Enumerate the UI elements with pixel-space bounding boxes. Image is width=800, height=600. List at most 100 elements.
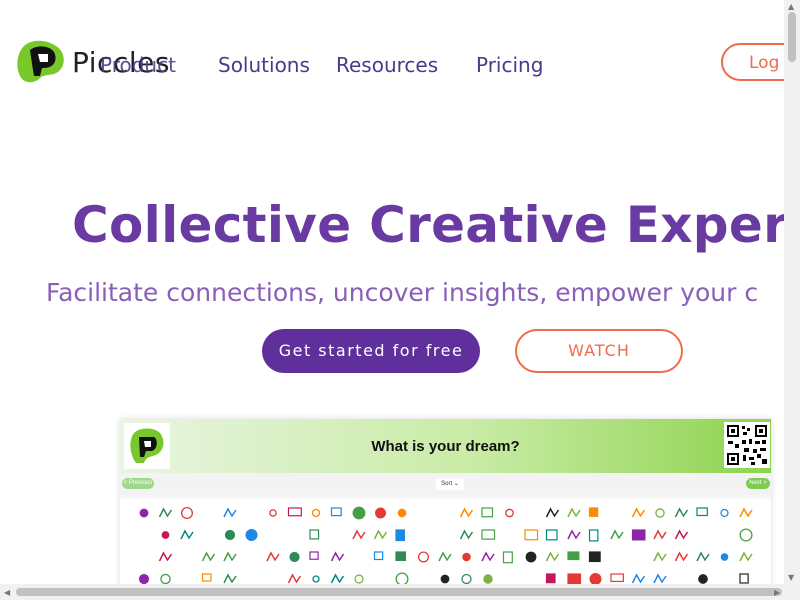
drawing-thumbnail[interactable] xyxy=(481,507,494,518)
drawing-thumbnail[interactable] xyxy=(483,574,493,584)
drawing-thumbnail[interactable] xyxy=(588,551,601,563)
drawing-thumbnail[interactable] xyxy=(720,508,729,518)
scroll-left-arrow-icon[interactable]: ◀ xyxy=(4,588,10,597)
drawing-thumbnail[interactable] xyxy=(395,572,409,584)
scroll-up-arrow-icon[interactable]: ▲ xyxy=(788,2,794,11)
drawing-thumbnail[interactable] xyxy=(674,507,689,518)
drawing-thumbnail[interactable] xyxy=(373,529,388,540)
nav-pricing[interactable]: Pricing xyxy=(476,53,543,77)
drawing-thumbnail[interactable] xyxy=(395,529,405,542)
drawing-thumbnail[interactable] xyxy=(180,529,194,540)
drawing-thumbnail[interactable] xyxy=(223,573,237,584)
get-started-button[interactable]: Get started for free xyxy=(262,329,480,373)
drawing-thumbnail[interactable] xyxy=(287,573,302,584)
drawing-thumbnail[interactable] xyxy=(139,508,149,518)
drawing-thumbnail[interactable] xyxy=(696,551,710,562)
drawing-thumbnail[interactable] xyxy=(245,528,258,542)
drawing-thumbnail[interactable] xyxy=(352,506,366,520)
drawing-thumbnail[interactable] xyxy=(567,507,581,518)
login-button[interactable]: Log xyxy=(721,43,784,81)
drawing-thumbnail[interactable] xyxy=(373,551,384,561)
drawing-thumbnail[interactable] xyxy=(223,507,237,518)
drawing-thumbnail[interactable] xyxy=(462,552,471,562)
drawing-thumbnail[interactable] xyxy=(545,507,560,518)
drawing-thumbnail[interactable] xyxy=(505,508,514,518)
scroll-right-arrow-icon[interactable]: ▶ xyxy=(774,588,780,597)
drawing-thumbnail[interactable] xyxy=(352,529,366,540)
drawing-thumbnail[interactable] xyxy=(739,573,749,584)
drawing-thumbnail[interactable] xyxy=(461,573,472,584)
drawing-thumbnail[interactable] xyxy=(440,574,450,584)
drawing-thumbnail[interactable] xyxy=(631,573,646,584)
drawing-thumbnail[interactable] xyxy=(588,507,599,517)
drawing-thumbnail[interactable] xyxy=(545,529,558,541)
nav-product[interactable]: Product xyxy=(100,53,176,77)
drawing-thumbnail[interactable] xyxy=(588,529,599,542)
drawing-thumbnail[interactable] xyxy=(567,551,580,561)
drawing-thumbnail[interactable] xyxy=(330,507,342,517)
vertical-scrollbar-thumb[interactable] xyxy=(788,12,796,62)
drawing-thumbnail[interactable] xyxy=(674,529,689,540)
drawing-thumbnail[interactable] xyxy=(201,573,212,582)
drawing-thumbnail[interactable] xyxy=(720,553,729,561)
drawing-thumbnail[interactable] xyxy=(739,551,753,562)
drawing-thumbnail[interactable] xyxy=(631,507,646,518)
drawing-thumbnail[interactable] xyxy=(589,573,602,584)
drawing-thumbnail[interactable] xyxy=(655,508,665,518)
drawing-thumbnail[interactable] xyxy=(653,573,667,584)
scroll-down-arrow-icon[interactable]: ▼ xyxy=(788,573,794,582)
drawing-thumbnail[interactable] xyxy=(354,574,364,584)
drawing-thumbnail[interactable] xyxy=(138,573,150,584)
drawing-thumbnail[interactable] xyxy=(312,575,320,583)
preview-sort-dropdown[interactable]: Sort ⌄ xyxy=(436,478,464,490)
drawing-thumbnail[interactable] xyxy=(567,529,581,540)
drawing-thumbnail[interactable] xyxy=(224,529,236,541)
drawing-thumbnail[interactable] xyxy=(502,551,513,564)
drawing-thumbnail[interactable] xyxy=(610,529,624,540)
drawing-thumbnail[interactable] xyxy=(459,529,474,540)
piccles-logo-icon[interactable] xyxy=(14,38,70,86)
drawing-thumbnail[interactable] xyxy=(525,551,537,563)
drawing-thumbnail[interactable] xyxy=(201,551,216,562)
drawing-thumbnail[interactable] xyxy=(181,507,193,519)
drawing-thumbnail[interactable] xyxy=(158,551,173,562)
drawing-thumbnail[interactable] xyxy=(287,507,302,517)
drawing-thumbnail[interactable] xyxy=(397,508,407,518)
drawing-thumbnail[interactable] xyxy=(739,507,753,518)
drawing-thumbnail[interactable] xyxy=(309,551,319,560)
drawing-thumbnail[interactable] xyxy=(631,529,646,541)
drawing-thumbnail[interactable] xyxy=(545,551,560,562)
drawing-thumbnail[interactable] xyxy=(311,508,321,518)
vertical-scrollbar[interactable] xyxy=(784,0,800,584)
drawing-thumbnail[interactable] xyxy=(610,573,624,583)
drawing-thumbnail[interactable] xyxy=(309,529,320,540)
drawing-thumbnail[interactable] xyxy=(459,507,474,518)
drawing-thumbnail[interactable] xyxy=(330,551,345,562)
drawing-thumbnail[interactable] xyxy=(524,529,539,541)
drawing-thumbnail[interactable] xyxy=(160,573,171,584)
drawing-thumbnail[interactable] xyxy=(698,574,708,584)
drawing-thumbnail[interactable] xyxy=(567,573,582,584)
drawing-thumbnail[interactable] xyxy=(269,509,277,517)
drawing-thumbnail[interactable] xyxy=(289,551,300,563)
drawing-thumbnail[interactable] xyxy=(417,551,430,563)
nav-resources[interactable]: Resources xyxy=(336,53,438,77)
drawing-thumbnail[interactable] xyxy=(330,573,345,584)
drawing-thumbnail[interactable] xyxy=(739,528,753,542)
drawing-thumbnail[interactable] xyxy=(653,551,667,562)
preview-previous-button[interactable]: < Previous xyxy=(122,478,154,489)
preview-next-button[interactable]: Next > xyxy=(746,478,770,489)
drawing-thumbnail[interactable] xyxy=(438,551,452,562)
drawing-thumbnail[interactable] xyxy=(653,529,667,540)
drawing-thumbnail[interactable] xyxy=(696,507,708,517)
drawing-thumbnail[interactable] xyxy=(481,551,495,562)
drawing-thumbnail[interactable] xyxy=(674,551,689,562)
watch-button[interactable]: WATCH xyxy=(515,329,683,373)
drawing-thumbnail[interactable] xyxy=(158,507,173,518)
drawing-thumbnail[interactable] xyxy=(545,573,556,584)
drawing-thumbnail[interactable] xyxy=(266,551,280,562)
nav-solutions[interactable]: Solutions xyxy=(218,53,310,77)
drawing-thumbnail[interactable] xyxy=(223,551,237,562)
drawing-thumbnail[interactable] xyxy=(161,531,170,539)
drawing-thumbnail[interactable] xyxy=(375,507,386,519)
